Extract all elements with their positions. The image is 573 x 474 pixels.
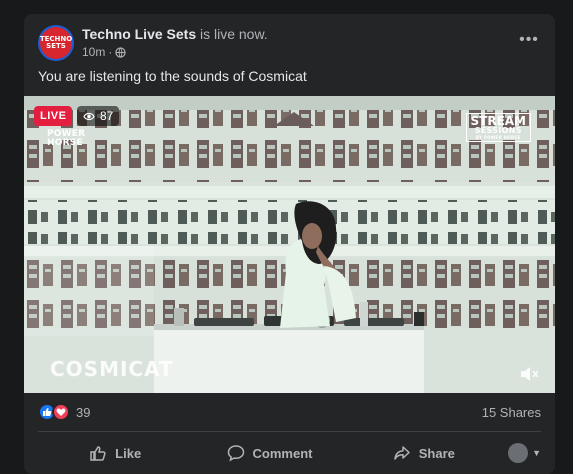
post-subline: 10m ·	[82, 45, 268, 59]
comment-button[interactable]: Comment	[192, 444, 346, 462]
post-card: TECHNO SETS Techno Live Sets is live now…	[24, 14, 555, 474]
share-label: Share	[418, 445, 455, 461]
volume-mute-icon[interactable]	[519, 365, 541, 383]
comment-label: Comment	[252, 445, 313, 461]
viewer-count-badge: 87	[77, 106, 120, 126]
comment-icon	[227, 445, 244, 462]
page-avatar[interactable]: TECHNO SETS	[38, 25, 74, 61]
stream-sessions-sub: SESSIONS	[474, 126, 522, 135]
live-status-text: is live now.	[196, 26, 268, 42]
reaction-count: 39	[76, 404, 91, 420]
post-text: You are listening to the sounds of Cosmi…	[38, 68, 307, 84]
like-button[interactable]: Like	[38, 444, 192, 462]
separator-dot: ·	[108, 45, 113, 59]
post-meta: Techno Live Sets is live now. 10m ·	[82, 26, 268, 59]
chevron-down-icon: ▼	[532, 448, 541, 458]
stream-sessions-by: BY POWER HORSE	[475, 135, 521, 140]
power-horse-logo: POWER HORSE	[47, 130, 85, 148]
profile-avatar	[508, 443, 529, 463]
page-name-link[interactable]: Techno Live Sets	[82, 26, 196, 42]
action-divider	[38, 431, 541, 432]
artist-name-overlay: COSMICAT	[50, 357, 174, 381]
post-stats: 39 15 Shares	[38, 400, 541, 424]
post-header: TECHNO SETS Techno Live Sets is live now…	[38, 25, 541, 61]
live-badge: LIVE	[34, 106, 73, 126]
stream-sessions-logo: STREAM SESSIONS BY POWER HORSE	[465, 113, 531, 142]
page-avatar-logo: TECHNO SETS	[40, 27, 72, 59]
share-icon	[394, 446, 410, 460]
audience-selector[interactable]: ▼	[501, 443, 541, 463]
more-options-button[interactable]: •••	[517, 31, 541, 49]
post-actions: Like Comment Share ▼	[38, 435, 541, 471]
power-horse-line2: HORSE	[47, 138, 83, 148]
thumbs-up-icon	[90, 446, 106, 461]
post-timestamp[interactable]: 10m	[82, 45, 105, 59]
post-title-line: Techno Live Sets is live now.	[82, 26, 268, 42]
eye-icon	[83, 112, 95, 120]
viewer-count: 87	[100, 109, 114, 123]
share-button[interactable]: Share	[347, 444, 501, 462]
shares-count[interactable]: 15 Shares	[482, 405, 541, 420]
love-reaction-icon	[52, 403, 70, 421]
like-label: Like	[115, 445, 142, 461]
live-video-player[interactable]: LIVE 87 POWER HORSE STREAM SESSIONS BY P…	[24, 96, 555, 393]
reactions-summary[interactable]: 39	[38, 403, 90, 421]
globe-icon	[115, 46, 127, 58]
